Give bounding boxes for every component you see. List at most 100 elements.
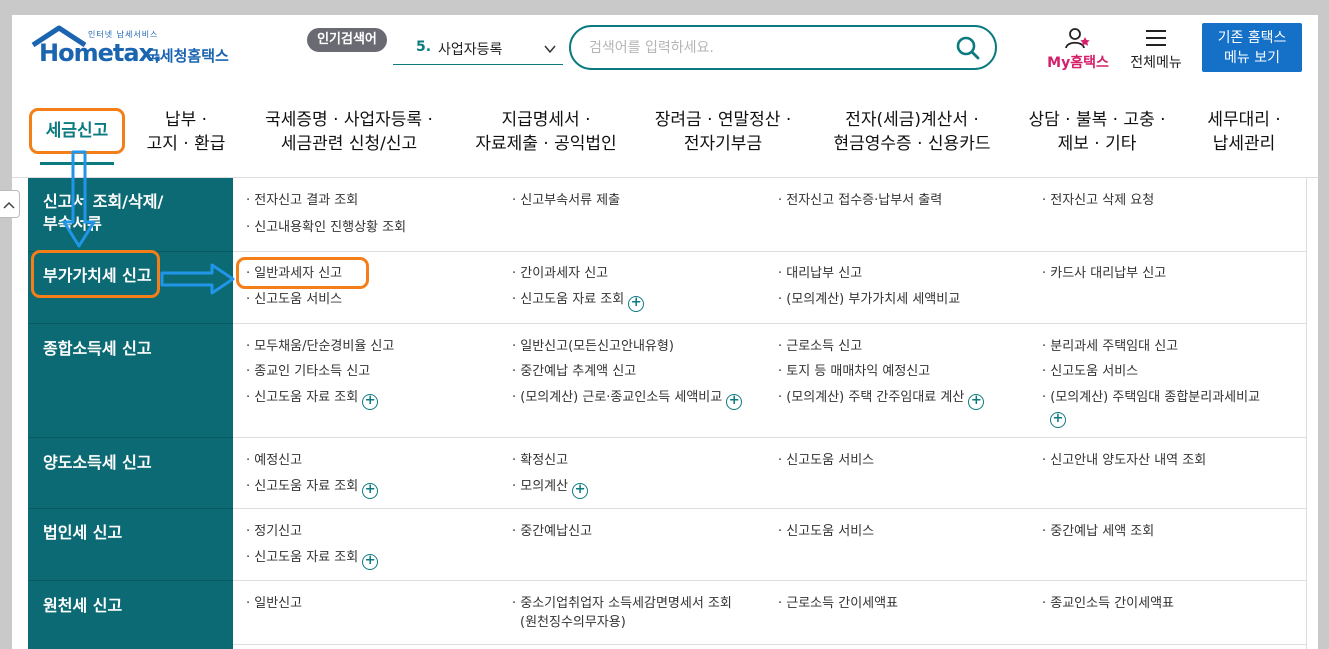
menu-link[interactable]: · 근로소득 간이세액표: [778, 595, 898, 613]
down-arrow-icon: [62, 150, 96, 248]
row-divider: [28, 580, 233, 581]
menu-link[interactable]: · 중간예납 세액 조회: [1042, 523, 1154, 541]
popular-keyword-rank: 5.: [416, 39, 432, 55]
gnb-tab-label: 제보 · 기타: [1057, 134, 1137, 154]
menu-link-label: · 모의계산: [512, 479, 569, 494]
gnb-tab-consultation[interactable]: 상담 · 불복 · 고충 · 제보 · 기타: [1020, 108, 1174, 156]
user-icon: [1065, 28, 1090, 49]
menu-link[interactable]: · 신고도움 자료 조회 +: [246, 389, 379, 410]
menu-link[interactable]: · 일반신고(모든신고안내유형): [512, 338, 674, 356]
chevron-down-icon: [544, 45, 556, 54]
menu-link[interactable]: · 신고도움 서비스: [778, 523, 874, 541]
logo-brand: Hometax.: [39, 39, 162, 67]
plus-icon[interactable]: +: [726, 394, 743, 410]
browser-scrollbar-strip[interactable]: [1318, 15, 1329, 649]
gnb-tab-incentives[interactable]: 장려금 · 연말정산 · 전자기부금: [646, 108, 800, 156]
menu-link[interactable]: · 신고도움 자료 조회 +: [246, 549, 379, 570]
gnb-tab-payment[interactable]: 납부 · 고지 · 환급: [140, 108, 232, 156]
category-title: 양도소득세 신고: [43, 453, 152, 472]
menu-link[interactable]: · (모의계산) 부가가치세 세액비교: [778, 291, 960, 309]
search-icon[interactable]: [955, 35, 981, 61]
my-hometax-button[interactable]: My홈택스: [1040, 27, 1116, 71]
gnb-tab-certificates[interactable]: 국세증명 · 사업자등록 · 세금관련 신청/신고: [254, 108, 444, 156]
gnb-tab-tax-agent[interactable]: 세무대리 · 납세관리: [1196, 108, 1292, 156]
menu-link[interactable]: · 예정신고: [246, 452, 302, 470]
plus-icon[interactable]: +: [572, 483, 589, 499]
gnb-tab-label: 지급명세서 ·: [501, 110, 591, 130]
category-income-tax[interactable]: 종합소득세 신고: [43, 338, 152, 360]
menu-link[interactable]: · 신고도움 서비스: [778, 452, 874, 470]
menu-link[interactable]: · 전자신고 결과 조회: [246, 192, 358, 210]
menu-link[interactable]: · 간이과세자 신고: [512, 265, 608, 283]
plus-icon[interactable]: +: [968, 394, 985, 410]
plus-icon[interactable]: +: [1050, 412, 1066, 428]
menu-link[interactable]: · 카드사 대리납부 신고: [1042, 265, 1166, 283]
menu-link[interactable]: · 종교인 기타소득 신고: [246, 363, 370, 381]
row-divider: [233, 437, 1307, 438]
menu-link[interactable]: · 신고내용확인 진행상황 조회: [246, 219, 406, 237]
gnb-tab-label: 고지 · 환급: [146, 134, 226, 154]
menu-link[interactable]: · 전자신고 접수증·납부서 출력: [778, 192, 942, 210]
plus-icon[interactable]: +: [362, 554, 379, 570]
menu-link[interactable]: · 신고안내 양도자산 내역 조회: [1042, 452, 1206, 470]
menu-link[interactable]: · 신고도움 자료 조회 +: [246, 478, 379, 499]
category-capital-gains[interactable]: 양도소득세 신고: [43, 452, 152, 474]
plus-icon[interactable]: +: [362, 394, 379, 410]
menu-link-continuation[interactable]: (원천징수의무자용): [520, 614, 626, 632]
plus-icon[interactable]: +: [362, 483, 379, 499]
row-divider: [233, 251, 1307, 252]
menu-link[interactable]: · 분리과세 주택임대 신고: [1042, 338, 1178, 356]
menu-link[interactable]: · 종교인소득 간이세액표: [1042, 595, 1174, 613]
menu-link[interactable]: · 정기신고: [246, 523, 302, 541]
my-hometax-label: My홈택스: [1047, 55, 1109, 71]
category-title: 원천세 신고: [43, 596, 123, 615]
popular-keyword-text: 사업자등록: [438, 42, 503, 58]
menu-link[interactable]: · 신고도움 서비스: [246, 291, 342, 309]
gnb-tab-statements[interactable]: 지급명세서 · 자료제출 · 공익법인: [466, 108, 626, 156]
gnb-tab-e-invoice[interactable]: 전자(세금)계산서 · 현금영수증 · 신용카드: [822, 108, 1002, 156]
old-hometax-line2: 메뉴 보기: [1224, 50, 1280, 66]
menu-link[interactable]: · 중소기업취업자 소득세감면명세서 조회: [512, 595, 732, 613]
row-divider: [28, 437, 233, 438]
menu-link-label: · 신고도움 자료 조회: [512, 292, 625, 307]
all-menu-button[interactable]: 전체메뉴: [1124, 27, 1188, 71]
gnb-tab-label: 국세증명 · 사업자등록 ·: [265, 110, 433, 130]
category-withholding-tax[interactable]: 원천세 신고: [43, 595, 122, 617]
popular-keywords-badge: 인기검색어: [307, 28, 387, 52]
gnb-tab-label: 세무대리 ·: [1207, 110, 1281, 130]
chevron-up-icon: [3, 201, 15, 209]
gnb-tab-label: 전자(세금)계산서 ·: [845, 110, 979, 130]
search-input[interactable]: [589, 37, 949, 59]
menu-link[interactable]: · (모의계산) 주택 간주임대료 계산 +: [778, 389, 985, 410]
old-hometax-menu-button[interactable]: 기존 홈택스 메뉴 보기: [1202, 23, 1302, 72]
menu-link[interactable]: · 모두채움/단순경비율 신고: [246, 338, 394, 356]
category-title: 법인세 신고: [43, 523, 123, 542]
menu-link[interactable]: · 일반신고: [246, 595, 302, 613]
menu-link-label: · 신고도움 자료 조회: [246, 479, 359, 494]
gnb-tab-label: 현금영수증 · 신용카드: [833, 134, 991, 154]
plus-icon[interactable]: +: [628, 296, 645, 312]
menu-link[interactable]: · 신고도움 자료 조회 +: [512, 291, 645, 312]
menu-link[interactable]: · 모의계산 +: [512, 478, 589, 499]
menu-link[interactable]: · 대리납부 신고: [778, 265, 862, 283]
hometax-logo[interactable]: 인터넷 납세서비스 Hometax. 국세청홈택스: [31, 25, 246, 75]
menu-link[interactable]: · (모의계산) 근로·종교인소득 세액비교 +: [512, 389, 743, 410]
menu-link[interactable]: · 근로소득 신고: [778, 338, 862, 356]
menu-link[interactable]: · (모의계산) 주택임대 종합분리과세비교: [1042, 389, 1260, 407]
mega-menu-right-border: [1306, 178, 1307, 649]
menu-link[interactable]: · 전자신고 삭제 요청: [1042, 192, 1154, 210]
gnb-tab-label: 납부 ·: [164, 110, 208, 130]
popular-keyword-dropdown[interactable]: 5. 사업자등록: [393, 33, 563, 65]
menu-link-expand[interactable]: +: [1050, 407, 1066, 428]
highlight-tax-filing-tab: [29, 108, 125, 154]
right-arrow-icon: [160, 263, 235, 295]
menu-link[interactable]: · 중간예납 추계액 신고: [512, 363, 636, 381]
menu-link[interactable]: · 토지 등 매매차익 예정신고: [778, 363, 930, 381]
category-corporate-tax[interactable]: 법인세 신고: [43, 522, 122, 544]
side-collapse-tab[interactable]: [0, 190, 20, 218]
menu-link[interactable]: · 확정신고: [512, 452, 568, 470]
menu-link[interactable]: · 신고부속서류 제출: [512, 192, 620, 210]
menu-link[interactable]: · 신고도움 서비스: [1042, 363, 1138, 381]
menu-link[interactable]: · 중간예납신고: [512, 523, 592, 541]
all-menu-label: 전체메뉴: [1130, 55, 1182, 71]
